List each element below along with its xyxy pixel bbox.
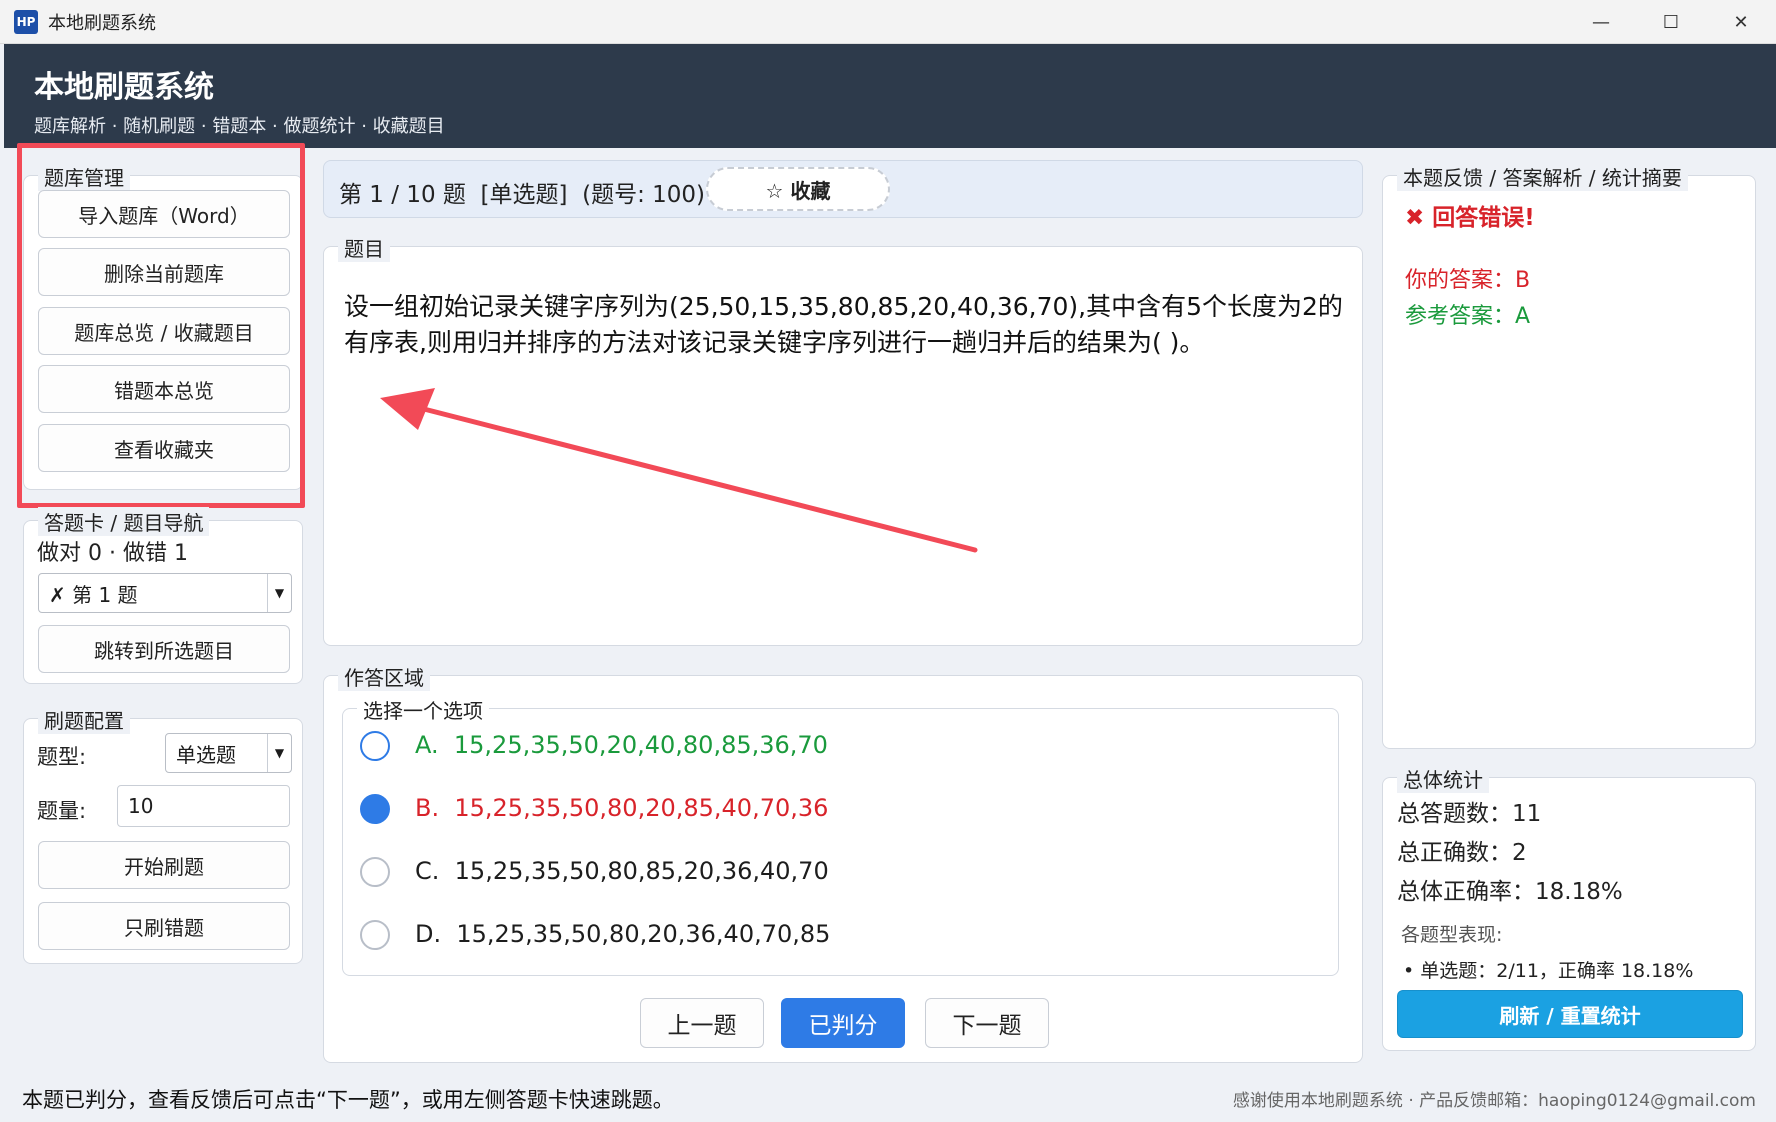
option-d-radio[interactable] (360, 920, 390, 950)
result-text: 回答错误! (1432, 205, 1535, 231)
prev-question-button[interactable]: 上一题 (640, 998, 764, 1048)
refresh-stats-button[interactable]: 刷新 / 重置统计 (1397, 990, 1743, 1038)
answer-area-title: 作答区域 (338, 662, 430, 691)
by-type-title: 各题型表现: (1401, 924, 1503, 946)
options-title: 选择一个选项 (357, 695, 489, 724)
by-type-item: • 单选题：2/11，正确率 18.18% (1403, 960, 1694, 982)
option-letter: C. (415, 857, 440, 885)
stats-title: 总体统计 (1397, 764, 1489, 793)
feedback-title: 本题反馈 / 答案解析 / 统计摘要 (1397, 162, 1688, 191)
option-letter: B. (415, 794, 440, 822)
next-question-button[interactable]: 下一题 (925, 998, 1049, 1048)
option-b[interactable]: B. 15,25,35,50,80,20,85,40,70,36 (415, 794, 828, 822)
result-line: ✖ 回答错误! (1405, 198, 1535, 232)
option-c[interactable]: C. 15,25,35,50,80,85,20,36,40,70 (415, 857, 829, 885)
option-text: 15,25,35,50,80,20,36,40,70,85 (456, 920, 831, 948)
feedback-group: 本题反馈 / 答案解析 / 统计摘要 ✖ 回答错误! 你的答案：B 参考答案：A (1382, 162, 1756, 749)
option-a-radio[interactable] (360, 731, 390, 761)
option-letter: D. (415, 920, 442, 948)
overall-accuracy: 总体正确率：18.18% (1397, 879, 1623, 905)
judged-button[interactable]: 已判分 (781, 998, 905, 1048)
reference-answer: 参考答案：A (1405, 304, 1531, 329)
option-b-radio[interactable] (360, 794, 390, 824)
status-message: 本题已判分，查看反馈后可点击“下一题”，或用左侧答题卡快速跳题。 (22, 1088, 674, 1112)
option-letter: A. (415, 731, 439, 759)
total-correct: 总正确数：2 (1397, 840, 1527, 866)
option-text: 15,25,35,50,20,40,80,85,36,70 (453, 731, 828, 759)
option-c-radio[interactable] (360, 857, 390, 887)
answer-area-group: 作答区域 选择一个选项 A. 15,25,35,50,20,40,80,85,3… (323, 662, 1363, 1063)
option-a[interactable]: A. 15,25,35,50,20,40,80,85,36,70 (415, 731, 828, 759)
your-answer: 你的答案：B (1405, 268, 1531, 293)
wrong-icon: ✖ (1405, 205, 1425, 231)
option-text: 15,25,35,50,80,85,20,36,40,70 (454, 857, 829, 885)
option-d[interactable]: D. 15,25,35,50,80,20,36,40,70,85 (415, 920, 830, 948)
status-bar: 本题已判分，查看反馈后可点击“下一题”，或用左侧答题卡快速跳题。 感谢使用本地刷… (0, 1070, 1776, 1122)
option-text: 15,25,35,50,80,20,85,40,70,36 (454, 794, 829, 822)
feedback-email: 感谢使用本地刷题系统 · 产品反馈邮箱：haoping0124@gmail.co… (1232, 1091, 1756, 1111)
stats-group: 总体统计 总答题数：11 总正确数：2 总体正确率：18.18% 各题型表现: … (1382, 764, 1756, 1051)
total-answered: 总答题数：11 (1397, 801, 1542, 827)
options-group: 选择一个选项 A. 15,25,35,50,20,40,80,85,36,70 … (342, 695, 1339, 976)
